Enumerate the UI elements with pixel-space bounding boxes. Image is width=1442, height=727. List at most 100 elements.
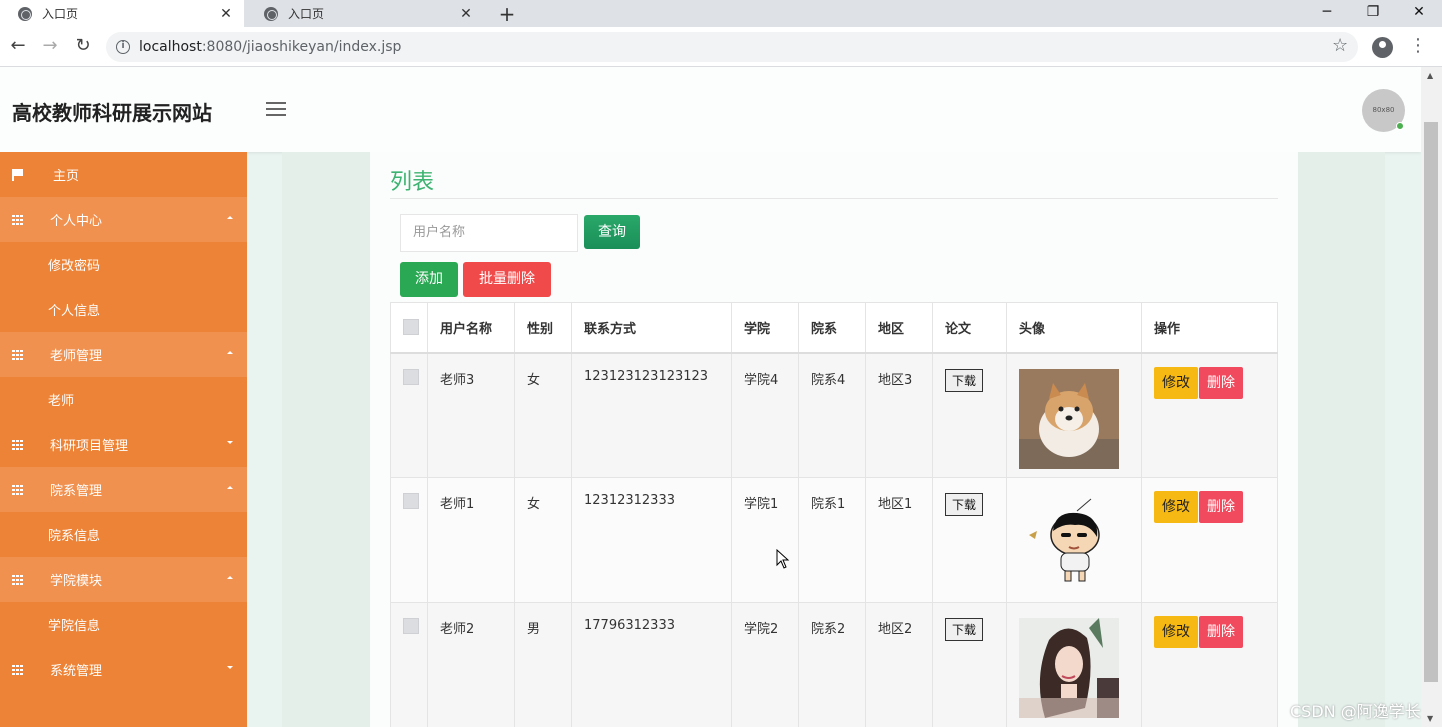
add-button[interactable]: 添加 [400,262,458,297]
download-button[interactable]: 下载 [945,368,984,392]
info-icon[interactable]: i [116,40,130,54]
watermark: CSDN @阿逸学长 [1290,702,1421,721]
tab-title: 入口页 [288,7,325,21]
browser-tab-inactive[interactable]: 入口页 ✕ [246,0,484,27]
sidebar-item-change-password[interactable]: 修改密码 [0,242,247,287]
row-checkbox[interactable] [403,493,419,509]
sidebar-item-college-info[interactable]: 学院信息 [0,602,247,647]
bookmark-star-icon[interactable]: ☆ [1332,35,1348,56]
flag-icon [12,169,23,181]
batch-delete-button[interactable]: 批量删除 [463,262,551,297]
page-title: 列表 [390,170,435,195]
cell-region: 地区3 [865,352,933,478]
window-controls: ─ ❐ ✕ [1304,0,1442,27]
new-tab-button[interactable]: + [496,2,518,26]
grid-icon [12,574,24,585]
cell-gender: 女 [514,477,572,603]
close-icon[interactable]: ✕ [456,6,476,22]
url-field[interactable]: i localhost:8080/jiaoshikeyan/index.jsp [106,32,1358,62]
cell-avatar [1006,352,1142,478]
row-checkbox[interactable] [403,368,419,385]
cell-phone: 123123123123123 [571,352,732,478]
forward-arrow-icon[interactable]: → [38,35,62,56]
cell-region: 地区1 [865,477,933,603]
window-close-button[interactable]: ✕ [1396,0,1442,27]
girl-illustration-image [1019,618,1119,718]
scroll-up-arrow-icon[interactable]: ▲ [1427,71,1433,80]
query-button[interactable]: 查询 [584,215,640,249]
column-header: 联系方式 [571,302,732,354]
grid-icon [12,664,24,675]
sidebar-item-college-module[interactable]: 学院模块 [0,557,247,602]
table-header-row: 用户名称 性别 联系方式 学院 院系 地区 论文 头像 操作 [390,302,1278,354]
download-button[interactable]: 下载 [945,618,984,641]
sidebar-item-teacher-mgmt[interactable]: 老师管理 [0,332,247,377]
browser-tab-active[interactable]: 入口页 ✕ [0,0,244,27]
online-status-dot [1396,122,1404,130]
grid-icon [12,484,24,495]
row-select-cell [390,477,428,603]
sidebar-item-research-mgmt[interactable]: 科研项目管理 [0,422,247,467]
cell-avatar [1006,602,1142,727]
delete-button[interactable]: 删除 [1199,366,1243,399]
edit-button[interactable]: 修改 [1154,366,1198,399]
sidebar-item-personal-center[interactable]: 个人中心 [0,197,247,242]
globe-icon [18,6,32,21]
sidebar-item-label: 老师 [48,394,75,409]
caret-down-icon [227,441,233,444]
sidebar: 主页 个人中心 修改密码 个人信息 老师管理 老师 科研项目管理 院系管理 院系… [0,152,247,727]
caret-up-icon [227,216,233,219]
cell-name: 老师1 [427,477,515,603]
dog-photo-image [1019,368,1119,469]
back-arrow-icon[interactable]: ← [6,35,30,56]
cell-dept: 院系2 [798,602,866,727]
sidebar-item-home[interactable]: 主页 [0,152,247,197]
profile-icon[interactable] [1372,37,1393,58]
caret-down-icon [227,666,233,669]
search-input[interactable]: 用户名称 [400,214,578,252]
vertical-scrollbar[interactable]: ▲ ▼ [1421,67,1442,727]
data-table: 用户名称 性别 联系方式 学院 院系 地区 论文 头像 操作 老师3 女 123… [390,302,1278,727]
menu-kebab-icon[interactable]: ⋮ [1409,35,1427,56]
cell-name: 老师2 [427,602,515,727]
edit-button[interactable]: 修改 [1154,491,1198,523]
sidebar-item-label: 修改密码 [48,259,101,274]
sidebar-item-dept-mgmt[interactable]: 院系管理 [0,467,247,512]
site-title: 高校教师科研展示网站 [12,101,212,125]
select-all-checkbox[interactable] [403,319,419,336]
row-select-cell [390,352,428,478]
caret-up-icon [227,351,233,354]
cell-actions: 修改 删除 [1141,477,1278,603]
cell-college: 学院1 [731,477,799,603]
table-row: 老师1 女 12312312333 学院1 院系1 地区1 下载 修改 删除 [390,477,1278,603]
sidebar-item-dept-info[interactable]: 院系信息 [0,512,247,557]
restore-button[interactable]: ❐ [1350,0,1396,27]
delete-button[interactable]: 删除 [1199,491,1243,523]
download-button[interactable]: 下载 [945,493,984,516]
delete-button[interactable]: 删除 [1199,616,1243,648]
sidebar-item-label: 系统管理 [50,664,103,679]
sidebar-item-system-mgmt[interactable]: 系统管理 [0,647,247,692]
scrollbar-thumb[interactable] [1424,122,1438,682]
cell-gender: 女 [514,352,572,478]
sidebar-item-label: 个人中心 [50,214,103,229]
sidebar-item-teacher[interactable]: 老师 [0,377,247,422]
sidebar-item-label: 学院模块 [50,574,103,589]
close-icon[interactable]: ✕ [216,6,236,22]
cell-actions: 修改 删除 [1141,352,1278,478]
sidebar-item-label: 个人信息 [48,304,101,319]
column-header: 学院 [731,302,799,354]
edit-button[interactable]: 修改 [1154,616,1198,648]
reload-icon[interactable]: ↻ [71,35,95,56]
sidebar-item-label: 院系管理 [50,484,103,499]
minimize-button[interactable]: ─ [1304,0,1350,27]
scroll-down-arrow-icon[interactable]: ▼ [1427,714,1433,723]
cell-college: 学院2 [731,602,799,727]
tab-title: 入口页 [42,7,79,21]
cell-phone: 12312312333 [571,477,732,603]
sidebar-item-personal-info[interactable]: 个人信息 [0,287,247,332]
hamburger-menu-icon[interactable] [266,102,286,120]
row-checkbox[interactable] [403,618,419,634]
sidebar-item-label: 学院信息 [48,619,101,634]
table-row: 老师2 男 17796312333 学院2 院系2 地区2 下载 修改 删除 [390,602,1278,727]
